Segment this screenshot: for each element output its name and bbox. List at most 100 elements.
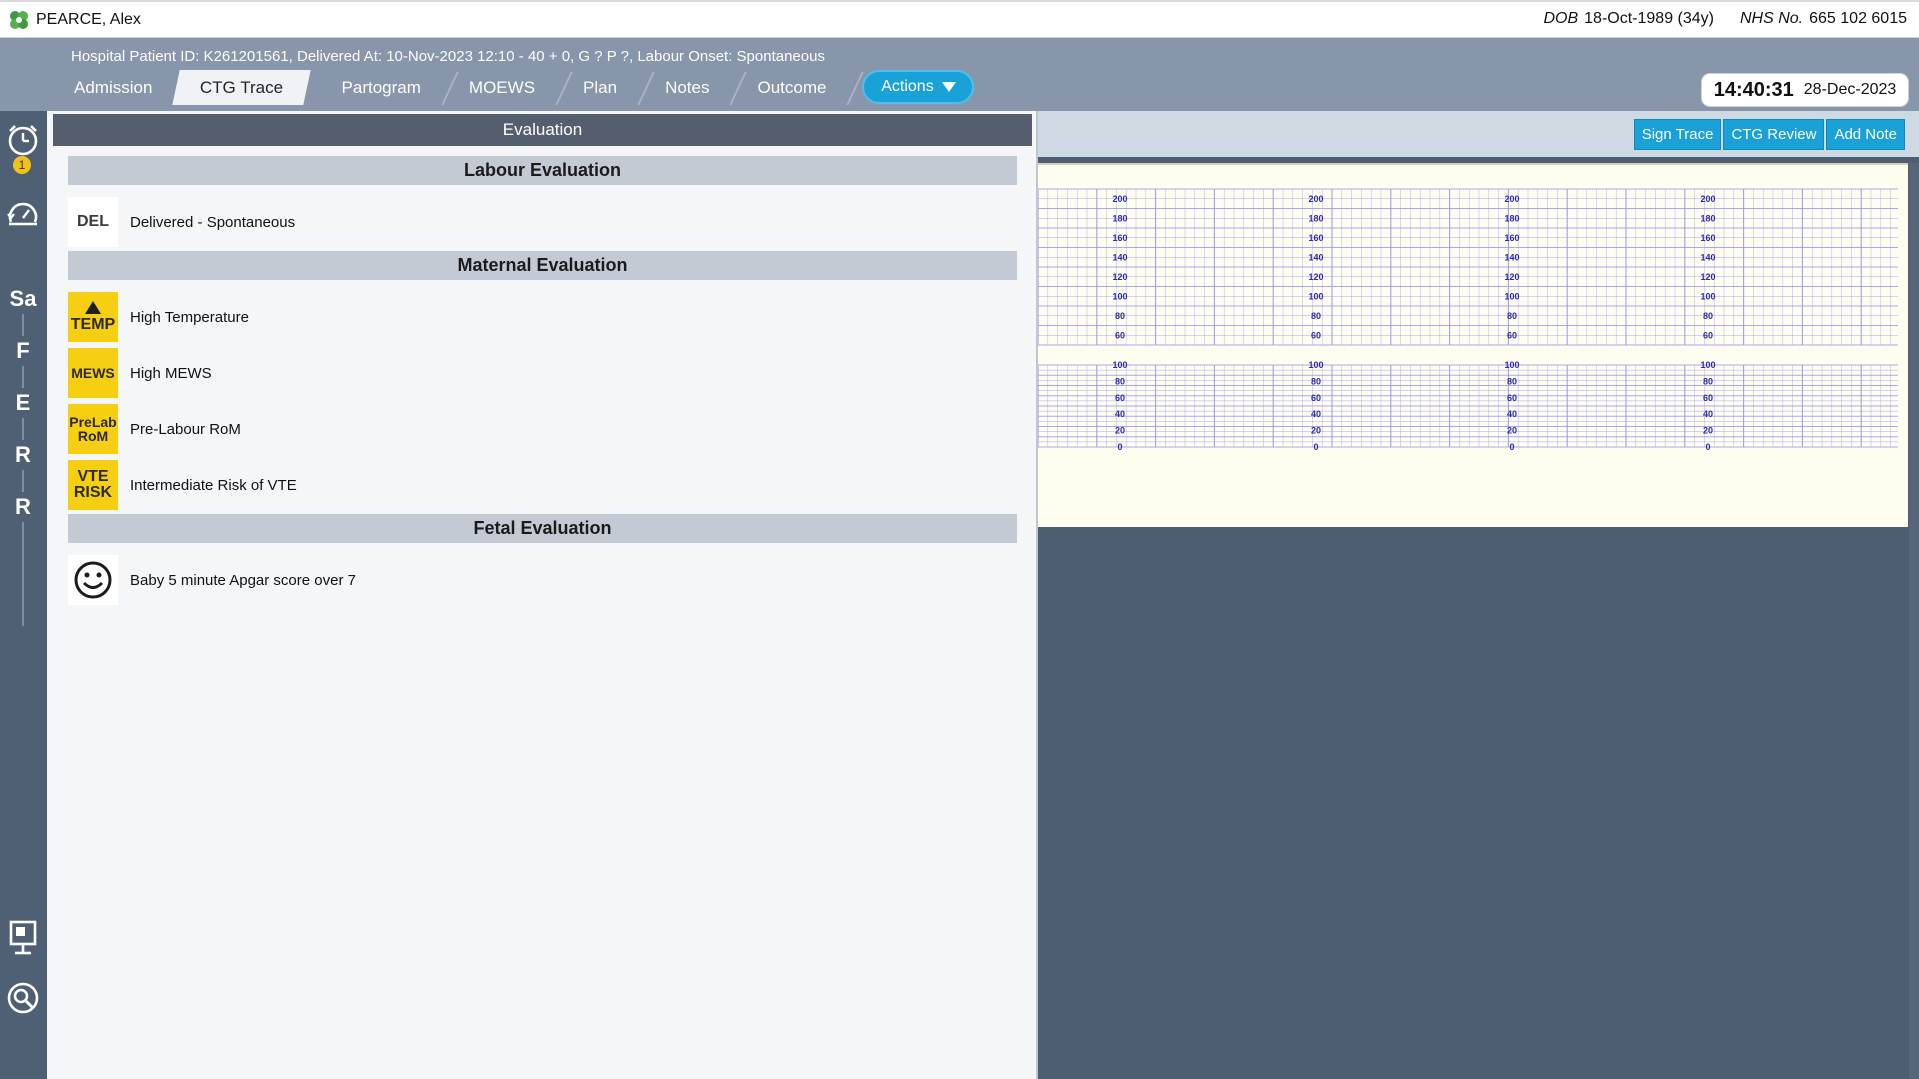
eval-item-high-temperature[interactable]: TEMP High Temperature bbox=[68, 292, 1017, 342]
toco-tick-label: 60 bbox=[1311, 393, 1321, 403]
left-sidebar: 1 Sa F E R R bbox=[0, 111, 47, 1079]
tab-notes[interactable]: Notes bbox=[641, 70, 733, 105]
toco-tick-label: 60 bbox=[1703, 393, 1713, 403]
clock: 14:40:31 28-Dec-2023 bbox=[1701, 73, 1909, 107]
tab-partogram[interactable]: Partogram bbox=[318, 70, 445, 105]
alarm-count-badge: 1 bbox=[13, 156, 31, 174]
sign-trace-button[interactable]: Sign Trace bbox=[1633, 119, 1722, 150]
fhr-tick-label: 100 bbox=[1112, 291, 1127, 301]
eval-item-label: High MEWS bbox=[130, 364, 212, 382]
toco-tick-label: 100 bbox=[1308, 360, 1323, 370]
sidebar-item-e[interactable]: E bbox=[8, 388, 38, 418]
fhr-tick-label: 200 bbox=[1504, 194, 1519, 204]
toco-tick-label: 40 bbox=[1311, 409, 1321, 419]
actions-label: Actions bbox=[881, 78, 934, 95]
eval-item-prelabour-rom[interactable]: PreLab RoM Pre-Labour RoM bbox=[68, 404, 1017, 454]
patient-info-line: Hospital Patient ID: K261201561, Deliver… bbox=[71, 48, 825, 65]
smiley-icon bbox=[68, 555, 118, 605]
eval-item-label: Baby 5 minute Apgar score over 7 bbox=[130, 571, 356, 589]
history-gauge-icon[interactable] bbox=[4, 195, 42, 233]
fhr-tick-label: 200 bbox=[1308, 194, 1323, 204]
warning-triangle-icon bbox=[85, 301, 101, 314]
fhr-tick-label: 100 bbox=[1308, 291, 1323, 301]
eval-item-label: Intermediate Risk of VTE bbox=[130, 476, 297, 494]
toco-tick-label: 40 bbox=[1703, 409, 1713, 419]
fhr-tick-label: 120 bbox=[1700, 272, 1715, 282]
sidebar-item-r2[interactable]: R bbox=[8, 492, 38, 522]
eval-item-label: Pre-Labour RoM bbox=[130, 420, 241, 438]
add-note-button[interactable]: Add Note bbox=[1826, 119, 1905, 150]
clock-time: 14:40:31 bbox=[1713, 78, 1794, 101]
toco-tick-label: 80 bbox=[1115, 376, 1125, 386]
fhr-tick-label: 140 bbox=[1700, 252, 1715, 262]
toco-tick-label: 0 bbox=[1705, 442, 1710, 452]
caret-down-icon bbox=[941, 82, 956, 92]
fhr-tick-label: 60 bbox=[1507, 330, 1517, 340]
temp-warning-icon: TEMP bbox=[68, 292, 118, 342]
toco-tick-label: 100 bbox=[1700, 360, 1715, 370]
fhr-tick-label: 120 bbox=[1504, 272, 1519, 282]
toco-tick-label: 20 bbox=[1507, 426, 1517, 436]
eval-item-label: High Temperature bbox=[130, 308, 249, 326]
sidebar-item-r1[interactable]: R bbox=[8, 440, 38, 470]
search-icon[interactable] bbox=[4, 979, 42, 1017]
patient-name: PEARCE, Alex bbox=[36, 10, 141, 28]
actions-button[interactable]: Actions bbox=[862, 70, 975, 104]
toco-tick-label: 20 bbox=[1115, 426, 1125, 436]
toco-tick-label: 100 bbox=[1112, 360, 1127, 370]
eval-item-apgar[interactable]: Baby 5 minute Apgar score over 7 bbox=[68, 555, 1017, 605]
nhs-value: 665 102 6015 bbox=[1809, 10, 1907, 27]
toco-grid bbox=[1038, 364, 1898, 448]
tab-ctg-trace[interactable]: CTG Trace bbox=[172, 70, 312, 105]
tab-plan[interactable]: Plan bbox=[559, 70, 641, 105]
toco-tick-label: 40 bbox=[1115, 409, 1125, 419]
ctg-toolbar: Sign Trace CTG Review Add Note bbox=[1038, 111, 1919, 157]
ctg-chart: 2001801601401201008060200180160140120100… bbox=[1038, 188, 1898, 452]
presentation-icon[interactable] bbox=[4, 919, 42, 957]
toco-tick-label: 80 bbox=[1311, 376, 1321, 386]
ctg-paper[interactable]: 200 180 160 140 120 100 80 60 200 180 160 140 120 100… bbox=[1038, 163, 1908, 527]
fhr-grid bbox=[1038, 188, 1898, 346]
toco-tick-label: 20 bbox=[1311, 426, 1321, 436]
tab-admission[interactable]: Admission bbox=[50, 70, 176, 105]
del-badge-icon: DEL bbox=[68, 197, 118, 247]
eval-item-high-mews[interactable]: MEWS High MEWS bbox=[68, 348, 1017, 398]
evaluation-panel: Evaluation Labour Evaluation DEL Deliver… bbox=[47, 111, 1038, 1079]
fhr-tick-label: 60 bbox=[1703, 330, 1713, 340]
toco-tick-label: 0 bbox=[1313, 442, 1318, 452]
fhr-tick-label: 140 bbox=[1504, 252, 1519, 262]
toco-tick-label: 0 bbox=[1117, 442, 1122, 452]
fhr-tick-label: 160 bbox=[1700, 233, 1715, 243]
fhr-tick-label: 180 bbox=[1308, 213, 1323, 223]
sidebar-item-sa[interactable]: Sa bbox=[4, 284, 42, 314]
toco-tick-label: 80 bbox=[1507, 376, 1517, 386]
toco-tick-label: 20 bbox=[1703, 426, 1713, 436]
fhr-tick-label: 200 bbox=[1112, 194, 1127, 204]
fhr-tick-label: 180 bbox=[1112, 213, 1127, 223]
eval-item-delivered[interactable]: DEL Delivered - Spontaneous bbox=[68, 197, 1017, 247]
patient-header: PEARCE, Alex DOB 18-Oct-1989 (34y) NHS N… bbox=[0, 0, 1919, 38]
fhr-tick-label: 60 bbox=[1311, 330, 1321, 340]
tab-moews[interactable]: MOEWS bbox=[445, 70, 559, 105]
fhr-tick-label: 160 bbox=[1308, 233, 1323, 243]
tab-outcome[interactable]: Outcome bbox=[733, 70, 850, 105]
fhr-tick-label: 80 bbox=[1507, 311, 1517, 321]
alarm-clock-icon[interactable] bbox=[4, 121, 42, 159]
toco-tick-label: 60 bbox=[1507, 393, 1517, 403]
vertical-scrollbar[interactable] bbox=[1909, 163, 1919, 1079]
toco-tick-label: 80 bbox=[1703, 376, 1713, 386]
evaluation-title: Evaluation bbox=[53, 114, 1032, 146]
fhr-tick-label: 180 bbox=[1700, 213, 1715, 223]
ctg-trace-area: Sign Trace CTG Review Add Note 200 180 160… bbox=[1038, 111, 1919, 1079]
maternal-evaluation-heading: Maternal Evaluation bbox=[68, 251, 1017, 280]
patient-demographics: DOB 18-Oct-1989 (34y) NHS No. 665 102 60… bbox=[1543, 10, 1907, 28]
eval-item-vte-risk[interactable]: VTE RISK Intermediate Risk of VTE bbox=[68, 460, 1017, 510]
toco-tick-label: 60 bbox=[1115, 393, 1125, 403]
fhr-tick-label: 200 bbox=[1700, 194, 1715, 204]
mews-badge-icon: MEWS bbox=[68, 348, 118, 398]
sidebar-item-f[interactable]: F bbox=[8, 336, 38, 366]
ctg-review-button[interactable]: CTG Review bbox=[1723, 119, 1825, 150]
fetal-evaluation-heading: Fetal Evaluation bbox=[68, 514, 1017, 543]
toco-tick-label: 0 bbox=[1509, 442, 1514, 452]
fhr-tick-label: 140 bbox=[1112, 252, 1127, 262]
